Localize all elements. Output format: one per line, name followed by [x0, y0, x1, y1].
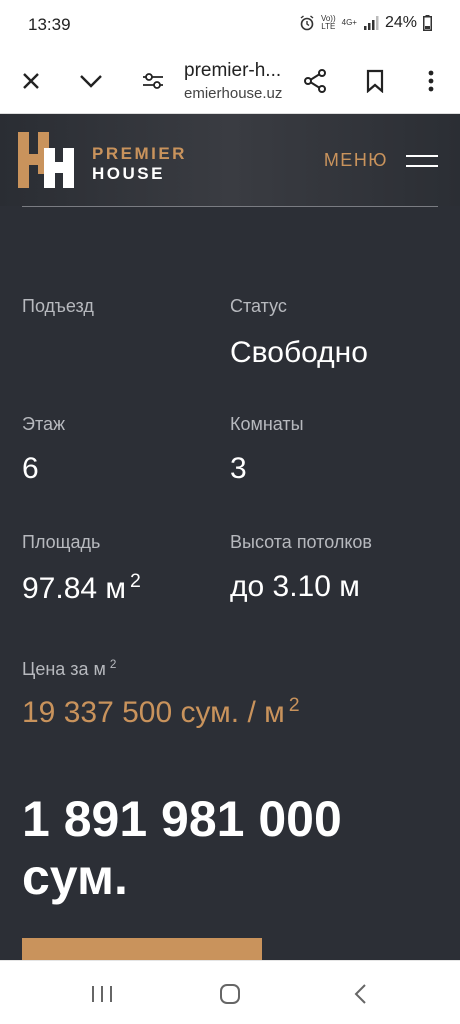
status-bar: 13:39 Vo)) LTE 4G+ 24%	[0, 0, 460, 50]
premier-house-logo-icon[interactable]	[18, 132, 74, 188]
browser-toolbar: premier-h... emierhouse.uz	[0, 50, 460, 114]
menu-label: МЕНЮ	[323, 150, 388, 170]
action-button[interactable]	[22, 938, 262, 960]
hamburger-icon	[406, 154, 438, 167]
web-page: PREMIER HOUSE МЕНЮ Подъезд Статус Свобод…	[0, 114, 460, 960]
signal-icon	[363, 16, 379, 30]
total-price: 1 891 981 000 сум.	[22, 791, 342, 905]
status-value: Свободно	[230, 336, 368, 369]
site-header: PREMIER HOUSE МЕНЮ	[0, 114, 460, 206]
floor-label: Этаж	[22, 414, 66, 434]
back-icon[interactable]	[340, 979, 380, 1009]
logo-text[interactable]: PREMIER HOUSE	[92, 144, 187, 184]
chevron-down-icon[interactable]	[74, 64, 108, 98]
ceiling-height-value: до 3.10 м	[230, 570, 360, 603]
logo-line-house: HOUSE	[92, 164, 165, 183]
menu-button[interactable]: МЕНЮ	[324, 150, 438, 171]
close-icon[interactable]	[14, 64, 48, 98]
battery-percent: 24%	[384, 14, 417, 31]
network-type: 4G+	[341, 18, 357, 27]
page-title[interactable]: premier-h...	[184, 60, 281, 82]
volte-indicator: Vo)) LTE	[320, 14, 336, 31]
area-label: Площадь	[22, 532, 101, 552]
status-time: 13:39	[28, 15, 71, 34]
rooms-value: 3	[230, 452, 247, 485]
home-icon[interactable]	[210, 979, 250, 1009]
area-value: 97.84 м2	[22, 570, 141, 605]
logo-line-premier: PREMIER	[92, 144, 187, 163]
price-per-m2-label: Цена за м2	[22, 658, 117, 679]
status-icons: Vo)) LTE 4G+ 24%	[299, 14, 432, 32]
alarm-icon	[300, 15, 314, 31]
page-url[interactable]: emierhouse.uz	[184, 85, 282, 102]
rooms-label: Комнаты	[230, 414, 304, 434]
price-per-m2-value: 19 337 500 сум. / м2	[22, 694, 300, 729]
bookmark-icon[interactable]	[358, 64, 392, 98]
floor-value: 6	[22, 452, 39, 485]
entrance-label: Подъезд	[22, 296, 94, 316]
header-divider	[22, 206, 438, 207]
system-nav-bar	[0, 960, 460, 1024]
site-settings-icon[interactable]	[136, 64, 170, 98]
ceiling-height-label: Высота потолков	[230, 532, 372, 552]
more-options-icon[interactable]	[414, 64, 448, 98]
share-icon[interactable]	[298, 64, 332, 98]
recent-apps-icon[interactable]	[82, 979, 122, 1009]
battery-icon	[423, 15, 432, 31]
status-label: Статус	[230, 296, 287, 316]
